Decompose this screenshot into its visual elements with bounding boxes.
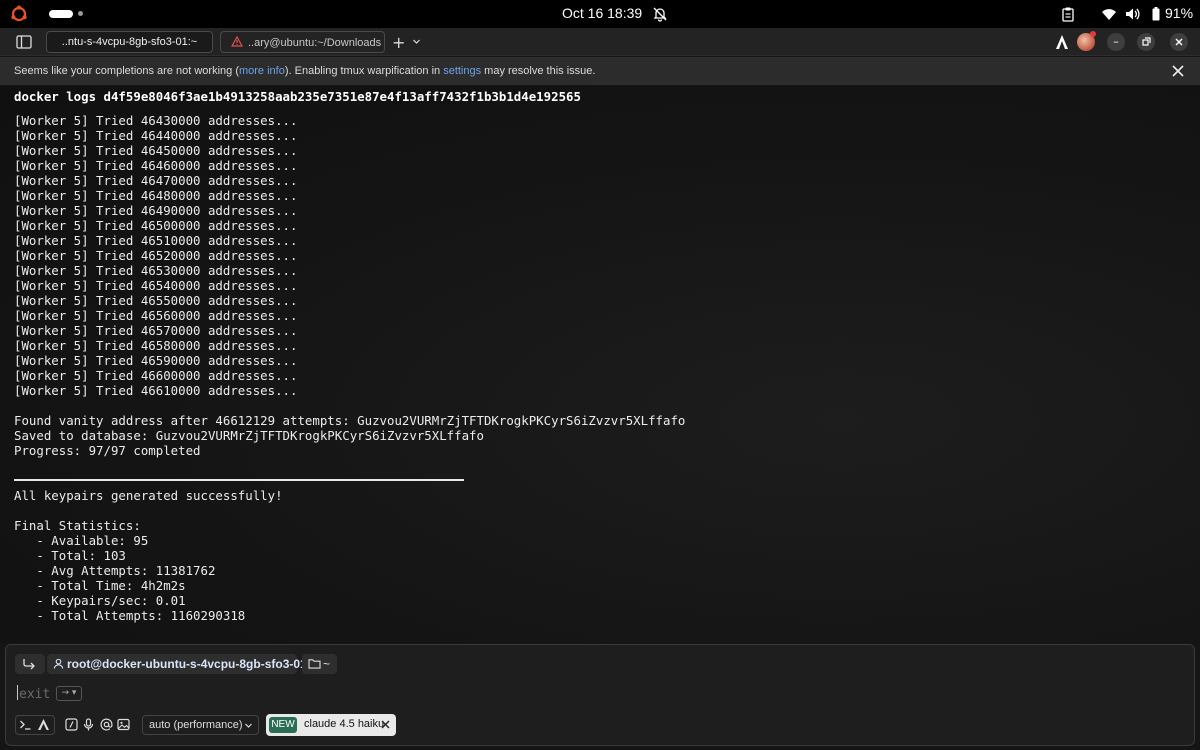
new-badge: NEW	[269, 717, 297, 733]
new-tab-icon[interactable]: +	[392, 33, 405, 52]
close-icon[interactable]	[1171, 64, 1185, 78]
terminal-line: Final Statistics:	[14, 518, 141, 533]
user-icon	[53, 658, 64, 669]
terminal-line: - Total: 103	[14, 548, 126, 563]
terminal-line: - Total Attempts: 1160290318	[14, 608, 246, 623]
chevron-down-icon[interactable]	[412, 37, 421, 46]
model-label: auto (performance)	[149, 719, 243, 731]
input-placeholder: exit	[19, 687, 51, 702]
clock[interactable]: Oct 16 18:39	[562, 5, 642, 21]
text-caret	[17, 685, 18, 700]
terminal-line: - Avg Attempts: 11381762	[14, 563, 216, 578]
more-info-link[interactable]: more info	[239, 65, 285, 77]
close-window-button[interactable]	[1170, 33, 1188, 51]
terminal-line: - Total Time: 4h2m2s	[14, 578, 186, 593]
terminal-line: [Worker 5] Tried 46570000 addresses...	[14, 323, 298, 338]
terminal-line: [Worker 5] Tried 46610000 addresses...	[14, 383, 298, 398]
notification-dot	[1090, 31, 1096, 37]
completions-warning-banner: Seems like your completions are not work…	[0, 57, 1200, 85]
terminal-icon[interactable]	[19, 718, 32, 731]
workspace-indicator-active[interactable]	[49, 10, 73, 18]
terminal-line: [Worker 5] Tried 46520000 addresses...	[14, 248, 298, 263]
terminal-line: [Worker 5] Tried 46500000 addresses...	[14, 218, 298, 233]
user-host-label: root@docker-ubuntu-s-4vcpu-8gb-sfo3-01	[67, 657, 307, 671]
banner-text: ). Enabling tmux warpification in	[284, 65, 444, 77]
minimize-button[interactable]: –	[1107, 33, 1125, 51]
terminal-line: - Available: 95	[14, 533, 149, 548]
notifications-off-icon	[653, 7, 667, 22]
command-input-area: root@docker-ubuntu-s-4vcpu-8gb-sfo3-01 ~…	[5, 644, 1195, 746]
terminal-line: Found vanity address after 46612129 atte…	[14, 413, 686, 428]
slash-commands-icon[interactable]	[65, 718, 78, 731]
separator-line	[14, 479, 464, 481]
banner-text: may resolve this issue.	[481, 65, 596, 77]
banner-text: Seems like your completions are not work…	[14, 65, 239, 77]
tab-bar: ..ntu-s-4vcpu-8gb-sfo3-01:~ ..ary@ubuntu…	[0, 28, 1200, 56]
clipboard-icon[interactable]	[1060, 6, 1076, 22]
new-model-label: claude 4.5 haiku	[304, 718, 385, 730]
settings-link[interactable]: settings	[443, 65, 481, 77]
model-selector[interactable]: auto (performance)	[142, 715, 259, 735]
terminal-output[interactable]: docker logs d4f59e8046f3ae1b4913258aab23…	[0, 86, 1200, 643]
wifi-icon[interactable]	[1101, 6, 1117, 22]
terminal-line: [Worker 5] Tried 46490000 addresses...	[14, 203, 298, 218]
warp-agent-icon[interactable]	[1055, 34, 1069, 50]
sidebar-toggle-icon[interactable]	[16, 35, 32, 49]
new-model-promo-chip[interactable]: NEW claude 4.5 haiku	[266, 714, 396, 736]
terminal-line: Saved to database: Guzvou2VURMrZjTFTDKro…	[14, 428, 484, 443]
tab-label: ..ary@ubuntu:~/Downloads	[248, 37, 382, 49]
accept-suggestion-hint[interactable]: → ▾	[56, 686, 82, 701]
close-icon	[1175, 38, 1183, 46]
terminal-line: - Keypairs/sec: 0.01	[14, 593, 186, 608]
terminal-line: [Worker 5] Tried 46470000 addresses...	[14, 173, 298, 188]
microphone-icon[interactable]	[82, 718, 95, 731]
agent-icon[interactable]	[37, 718, 50, 731]
terminal-line: [Worker 5] Tried 46450000 addresses...	[14, 143, 298, 158]
arrow-right-curve-icon	[23, 659, 35, 670]
terminal-line: [Worker 5] Tried 46590000 addresses...	[14, 353, 298, 368]
volume-icon[interactable]	[1124, 6, 1140, 22]
terminal-line: All keypairs generated successfully!	[14, 488, 283, 503]
directory-label: ~	[323, 657, 331, 671]
workspace-indicator[interactable]	[78, 11, 83, 16]
terminal-line: [Worker 5] Tried 46460000 addresses...	[14, 158, 298, 173]
image-attach-icon[interactable]	[117, 718, 130, 731]
battery-percentage[interactable]: 91%	[1165, 5, 1193, 21]
directory-chip[interactable]: ~	[302, 654, 337, 674]
terminal-line: [Worker 5] Tried 46540000 addresses...	[14, 278, 298, 293]
restore-icon	[1142, 37, 1151, 46]
terminal-line: [Worker 5] Tried 46550000 addresses...	[14, 293, 298, 308]
tab-ssh-session[interactable]: ..ntu-s-4vcpu-8gb-sfo3-01:~	[46, 31, 213, 53]
terminal-line: [Worker 5] Tried 46600000 addresses...	[14, 368, 298, 383]
system-top-bar: Oct 16 18:39 91%	[0, 0, 1200, 28]
terminal-line: [Worker 5] Tried 46480000 addresses...	[14, 188, 298, 203]
tab-label: ..ntu-s-4vcpu-8gb-sfo3-01:~	[61, 36, 198, 48]
terminal-line: [Worker 5] Tried 46580000 addresses...	[14, 338, 298, 353]
warning-icon	[231, 36, 243, 47]
ubuntu-logo-icon[interactable]	[10, 5, 28, 23]
user-host-chip[interactable]: root@docker-ubuntu-s-4vcpu-8gb-sfo3-01	[47, 654, 307, 674]
battery-icon[interactable]	[1148, 6, 1164, 22]
terminal-line: Progress: 97/97 completed	[14, 443, 201, 458]
folder-icon	[308, 659, 321, 669]
restore-button[interactable]	[1137, 33, 1155, 51]
terminal-line: [Worker 5] Tried 46430000 addresses...	[14, 113, 298, 128]
output-lines: [Worker 5] Tried 46430000 addresses... [W…	[14, 113, 685, 623]
at-mention-icon[interactable]	[100, 718, 113, 731]
command-line: docker logs d4f59e8046f3ae1b4913258aab23…	[14, 89, 581, 104]
terminal-line: [Worker 5] Tried 46440000 addresses...	[14, 128, 298, 143]
agent-mode-toggle[interactable]	[15, 654, 45, 674]
terminal-line: [Worker 5] Tried 46560000 addresses...	[14, 308, 298, 323]
terminal-line: [Worker 5] Tried 46510000 addresses...	[14, 233, 298, 248]
chevron-down-icon[interactable]	[244, 721, 253, 730]
tab-downloads[interactable]: ..ary@ubuntu:~/Downloads	[220, 31, 385, 53]
close-icon[interactable]	[380, 719, 391, 730]
terminal-line: [Worker 5] Tried 46530000 addresses...	[14, 263, 298, 278]
command-input[interactable]: exit	[17, 685, 50, 702]
